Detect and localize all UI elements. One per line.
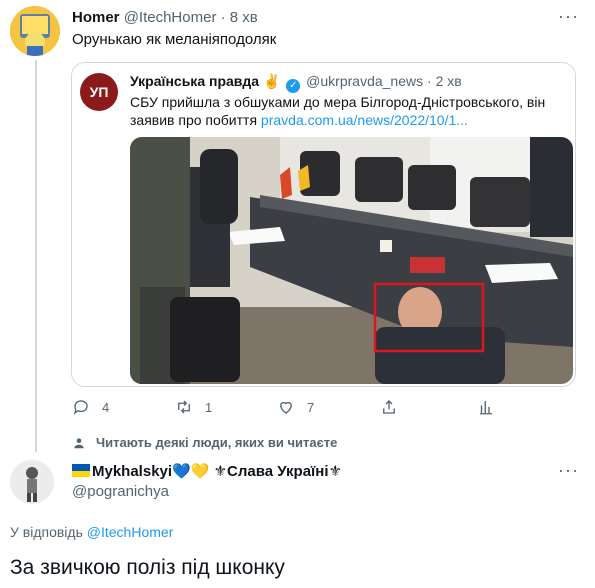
mykhalskyi-avatar-image [10, 460, 54, 504]
heart-icon [280, 401, 292, 414]
tweet2-author-name[interactable]: Mykhalskyi💙💛 ⚜Слава Україні⚜ [72, 462, 342, 480]
tweet2-name-slogan: ⚜Слава Україні⚜ [213, 463, 342, 480]
tweet1-header: Homer @ItechHomer · 8 хв [72, 9, 258, 26]
quote-header: Українська правда ✌️ ✓ @ukrpravda_news ·… [130, 73, 462, 93]
avatar-homer[interactable] [10, 6, 60, 56]
ukrpravda-avatar-text: УП [89, 84, 109, 100]
tweet1-timestamp[interactable]: 8 хв [230, 9, 258, 26]
share-action[interactable] [380, 398, 398, 416]
thread-connector-line [35, 60, 37, 452]
quoted-tweet-card[interactable]: УП Українська правда ✌️ ✓ @ukrpravda_new… [71, 62, 576, 387]
retweet-icon [178, 400, 190, 414]
quote-author-name[interactable]: Українська правда ✌️ [130, 73, 280, 89]
tweet1-text: Орунькаю як меланіяподоляк [72, 31, 277, 48]
separator-dot: · [220, 9, 226, 26]
quote-timestamp[interactable]: 2 хв [436, 73, 462, 89]
quote-author-handle[interactable]: @ukrpravda_news [306, 73, 423, 89]
people-icon [74, 437, 84, 448]
verified-badge-icon: ✓ [286, 79, 301, 93]
office-photo [130, 137, 573, 384]
reply-to-handle[interactable]: @ItechHomer [87, 524, 174, 540]
share-icon [383, 400, 395, 414]
quote-text: СБУ прийшла з обшуками до мера Білгород-… [130, 93, 570, 129]
social-context-text: Читають деякі люди, яких ви читаєте [96, 435, 338, 450]
analytics-icon [480, 401, 492, 415]
reply-to-prefix: У відповідь [10, 524, 83, 540]
tweet1-actions-bar: 4 1 7 [72, 398, 492, 420]
reply-count: 4 [102, 399, 110, 415]
reply-icon [73, 400, 88, 415]
retweet-action[interactable]: 1 [175, 398, 212, 416]
ukrpravda-avatar[interactable]: УП [80, 73, 118, 111]
like-count: 7 [307, 399, 315, 415]
retweet-count: 1 [205, 399, 213, 415]
tweet1-more-icon[interactable]: ··· [558, 6, 579, 27]
avatar-mykhalskyi[interactable] [10, 460, 54, 504]
social-context: Читають деякі люди, яких ви читаєте [72, 435, 337, 450]
quote-link[interactable]: pravda.com.ua/news/2022/10/1... [261, 112, 468, 128]
reply-action[interactable]: 4 [72, 398, 109, 416]
like-action[interactable]: 7 [277, 398, 314, 416]
analytics-action[interactable] [477, 398, 495, 416]
tweet1-author-name[interactable]: Homer [72, 9, 120, 26]
tweet1-author-handle[interactable]: @ItechHomer [124, 9, 217, 26]
separator-dot: · [427, 73, 432, 89]
reply-to-line: У відповідь @ItechHomer [10, 524, 173, 540]
tweet2-more-icon[interactable]: ··· [558, 460, 579, 481]
ukraine-flag-icon [72, 464, 90, 477]
homer-avatar-image [10, 6, 60, 56]
tweet2-author-handle[interactable]: @pogranichya [72, 483, 169, 500]
tweet2-name-main: Mykhalskyi💙💛 [92, 463, 210, 480]
quote-media-image[interactable] [130, 137, 573, 384]
tweet2-text: За звичкою поліз під шконку [10, 556, 285, 579]
